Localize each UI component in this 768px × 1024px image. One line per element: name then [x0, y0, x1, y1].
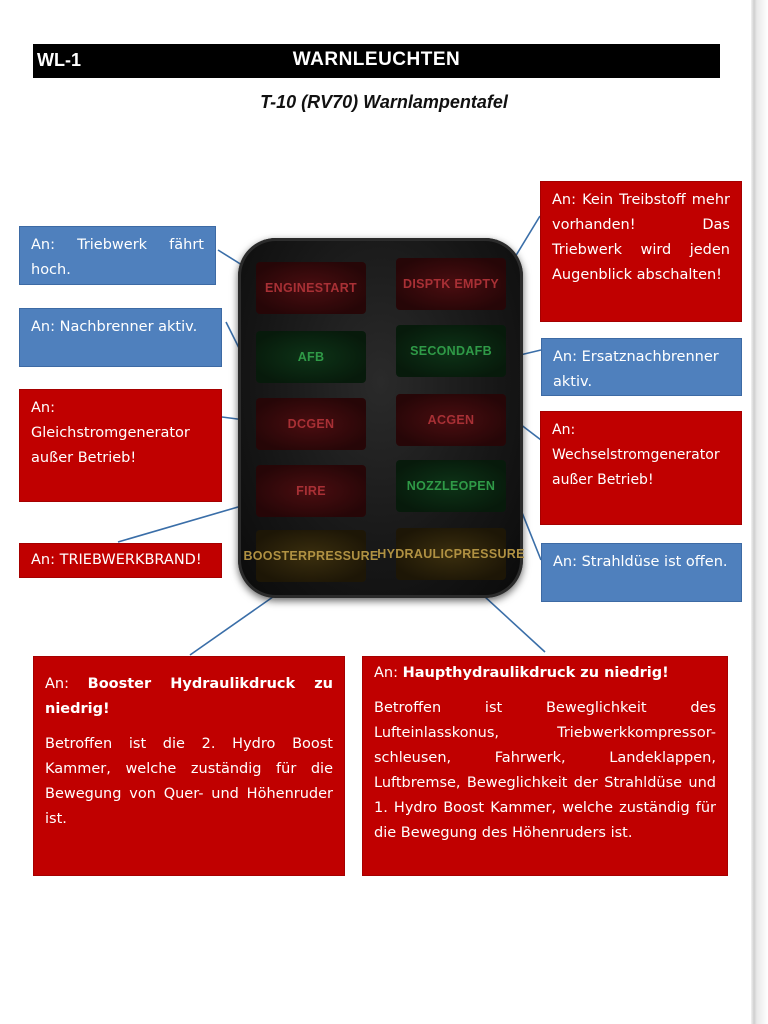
lamp-booster-pressure: BOOSTER PRESSURE	[243, 530, 378, 582]
lamp-hydraulic-pressure: HYDRAULIC PRESSURE	[377, 528, 524, 580]
callout-fire: An: TRIEBWERKBRAND!	[19, 543, 222, 578]
callout-booster-pressure: An: Booster Hydraulikdruck zu niedrig! B…	[33, 656, 345, 876]
lamp-nozzle-open: NOZZLE OPEN	[396, 460, 506, 512]
callout-ac-gen-text: An: Wechselstromgenerator außer Betrieb!	[552, 422, 720, 488]
callout-hydraulic-prefix: An:	[374, 665, 403, 681]
callout-disp-tk-empty: An: Kein Treibstoff mehr vorhanden! Das …	[540, 181, 742, 322]
callout-nozzle-open-text: An: Strahldüse ist offen.	[553, 554, 728, 570]
lamp-ac-gen: AC GEN	[396, 394, 506, 446]
warning-lamp-panel: ENGINE START DISP TK EMPTY AFB SECOND AFB D…	[238, 238, 524, 598]
line-ac-gen	[519, 423, 542, 441]
callout-hydraulic-bold: Haupthydraulikdruck zu niedrig!	[402, 665, 669, 681]
lamp-dc-gen: DC GEN	[256, 398, 366, 450]
callout-ac-gen: An: Wechselstromgenerator außer Betrieb!	[540, 411, 742, 525]
callout-hydraulic-pressure: An: Haupthydraulikdruck zu niedrig! Betr…	[362, 656, 728, 876]
callout-dc-gen: An: Gleichstromgenerator außer Betrieb!	[19, 389, 222, 502]
callout-dc-gen-text: An: Gleichstromgenerator außer Betrieb!	[31, 400, 190, 466]
callout-afb: An: Nachbrenner aktiv.	[19, 308, 222, 367]
callout-hydraulic-heading: An: Haupthydraulikdruck zu niedrig!	[374, 661, 716, 686]
callout-booster-bold: Booster Hydraulikdruck zu niedrig!	[45, 676, 333, 717]
callout-engine-start: An: Triebwerk fährt hoch.	[19, 226, 216, 285]
callout-engine-start-text: An: Triebwerk fährt hoch.	[31, 237, 204, 278]
callout-afb-text: An: Nachbrenner aktiv.	[31, 319, 198, 335]
callout-second-afb-text: An: Ersatznachbrenner aktiv.	[553, 349, 719, 390]
callout-nozzle-open: An: Strahldüse ist offen.	[541, 543, 742, 602]
callout-disp-tk-empty-text: An: Kein Treibstoff mehr vorhanden! Das …	[552, 192, 730, 283]
lamp-engine-start: ENGINE START	[256, 262, 366, 314]
callout-fire-text: An: TRIEBWERKBRAND!	[31, 552, 202, 568]
lamp-fire: FIRE	[256, 465, 366, 517]
callout-second-afb: An: Ersatznachbrenner aktiv.	[541, 338, 742, 396]
callout-booster-body: Betroffen ist die 2. Hydro Boost Kammer,…	[45, 736, 333, 827]
lamp-second-afb: SECOND AFB	[396, 325, 506, 377]
lamp-afb: AFB	[256, 331, 366, 383]
callout-booster-heading: An: Booster Hydraulikdruck zu niedrig!	[45, 672, 333, 722]
lamp-disp-tk-empty: DISP TK EMPTY	[396, 258, 506, 310]
callout-booster-prefix: An:	[45, 676, 88, 692]
line-second-afb	[519, 349, 542, 356]
callout-hydraulic-body: Betroffen ist Beweglichkeit des Lufteinl…	[374, 700, 716, 841]
